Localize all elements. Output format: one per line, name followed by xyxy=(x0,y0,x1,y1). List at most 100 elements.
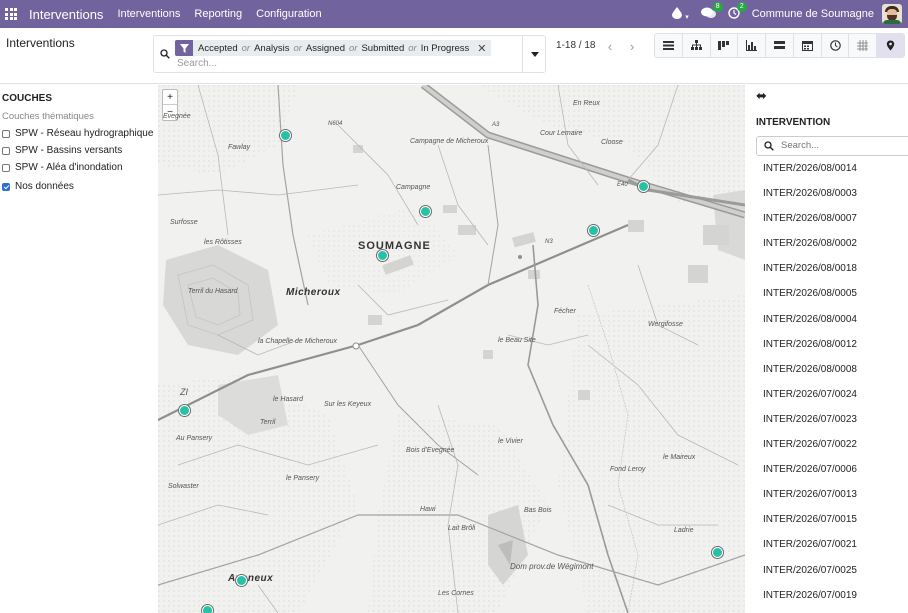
records-panel: ⬌ INTERVENTION INTER/2026/08/0014 INTER/… xyxy=(746,85,908,613)
expand-panel-arrows-icon[interactable]: ⬌ xyxy=(756,88,767,104)
record-item[interactable]: INTER/2026/08/0003 xyxy=(756,184,857,209)
search-options-toggle[interactable] xyxy=(522,35,546,73)
record-item[interactable]: INTER/2026/08/0005 xyxy=(756,284,857,309)
facet-value: Submitted xyxy=(361,42,405,54)
record-item[interactable]: INTER/2026/08/0007 xyxy=(756,209,857,234)
remove-facet-close-icon[interactable]: ✕ xyxy=(477,42,486,55)
map-label: Ladrie xyxy=(674,527,694,534)
record-item[interactable]: INTER/2026/08/0004 xyxy=(756,310,857,335)
record-item[interactable]: INTER/2026/08/0014 xyxy=(756,159,857,184)
record-item[interactable]: INTER/2026/07/0025 xyxy=(756,561,857,586)
record-item[interactable]: INTER/2026/07/0021 xyxy=(756,535,857,560)
app-brand[interactable]: Interventions xyxy=(29,7,103,22)
company-switcher[interactable]: Commune de Soumagne xyxy=(752,8,874,20)
user-avatar[interactable] xyxy=(882,4,902,24)
facet-value: Assigned xyxy=(305,42,345,54)
menu-interventions[interactable]: Interventions xyxy=(117,8,180,20)
record-item[interactable]: INTER/2026/07/0013 xyxy=(756,485,857,510)
layer-label: SPW - Réseau hydrographique xyxy=(15,128,154,139)
map-label: le Pansery xyxy=(286,475,320,482)
pager-previous-chevron-left-icon[interactable]: ‹ xyxy=(599,35,621,57)
map-label: Terril du Hasard xyxy=(188,288,238,295)
view-graph-icon[interactable] xyxy=(738,34,767,57)
records-search-input[interactable] xyxy=(781,140,901,151)
map-label: Au Pansery xyxy=(176,435,213,442)
layer-toggle-nos-donnees[interactable]: Nos données xyxy=(2,181,74,192)
road-label: N604 xyxy=(328,121,343,127)
layer-toggle-reseau-hydrographique[interactable]: SPW - Réseau hydrographique xyxy=(2,128,153,139)
search-icon xyxy=(764,141,774,151)
intervention-map-marker[interactable] xyxy=(420,206,431,217)
record-item[interactable]: INTER/2026/08/0018 xyxy=(756,259,857,284)
view-activity-clock-icon[interactable] xyxy=(821,34,850,57)
intervention-map-marker[interactable] xyxy=(202,605,213,613)
search-box[interactable]: Accepted or Analysis or Assigned or Subm… xyxy=(153,35,546,73)
menu-reporting[interactable]: Reporting xyxy=(194,8,242,20)
intervention-map-marker[interactable] xyxy=(588,225,599,236)
record-item[interactable]: INTER/2026/07/0006 xyxy=(756,460,857,485)
map-label: Hawi xyxy=(420,506,436,513)
intervention-map-marker[interactable] xyxy=(638,181,649,192)
view-pivot-icon[interactable] xyxy=(766,34,794,57)
map-label: les Rôtisses xyxy=(204,239,242,246)
layer-toggle-bassins-versants[interactable]: SPW - Bassins versants xyxy=(2,145,122,156)
map-label: Campagne de Micheroux xyxy=(410,138,489,145)
road-label: A3 xyxy=(492,122,500,128)
facet-value: Accepted xyxy=(198,42,238,54)
activities-clock-icon[interactable]: 2 xyxy=(728,1,747,22)
record-item[interactable]: INTER/2026/08/0008 xyxy=(756,360,857,385)
layer-label: SPW - Aléa d'inondation xyxy=(15,162,123,173)
map-label: Fawlay xyxy=(228,144,251,151)
records-search-box[interactable] xyxy=(756,136,908,156)
map-label: ZI xyxy=(180,387,188,397)
menu-configuration[interactable]: Configuration xyxy=(256,8,321,20)
apps-menu-icon[interactable] xyxy=(5,8,17,20)
filter-icon xyxy=(175,40,193,56)
pager-value[interactable]: 1-18 / 18 xyxy=(556,40,595,51)
layer-checkbox[interactable] xyxy=(2,146,10,155)
caret-down-icon xyxy=(530,51,539,57)
map-label: Dom prov.de Wégimont xyxy=(510,562,594,571)
zoom-in-button[interactable]: + xyxy=(163,90,177,105)
view-gantt-icon[interactable] xyxy=(849,34,878,57)
map-label: Surfosse xyxy=(170,219,198,226)
map-label: Cour Lemaire xyxy=(540,130,583,137)
messages-icon[interactable]: 8 xyxy=(700,1,723,22)
map-label: le Hasard xyxy=(273,396,303,403)
intervention-map-marker[interactable] xyxy=(179,405,190,416)
intervention-map-marker[interactable] xyxy=(236,575,247,586)
view-list-icon[interactable] xyxy=(655,34,683,57)
view-calendar-icon[interactable] xyxy=(793,34,822,57)
record-item[interactable]: INTER/2026/07/0022 xyxy=(756,435,857,460)
view-map-pin-icon[interactable] xyxy=(877,34,904,57)
records-title: INTERVENTION xyxy=(756,117,831,128)
intervention-map-marker[interactable] xyxy=(712,547,723,558)
search-input[interactable] xyxy=(177,58,477,69)
facet-separator: or xyxy=(408,42,417,54)
intervention-map-marker[interactable] xyxy=(280,130,291,141)
record-item[interactable]: INTER/2026/08/0012 xyxy=(756,335,857,360)
odoo-drop-icon[interactable]: ▾ xyxy=(671,6,689,22)
view-switcher xyxy=(654,33,905,58)
filter-facet[interactable]: Accepted or Analysis or Assigned or Subm… xyxy=(175,40,492,56)
layer-checkbox[interactable] xyxy=(2,129,10,138)
intervention-map-marker[interactable] xyxy=(377,250,388,261)
record-item[interactable]: INTER/2026/08/0002 xyxy=(756,234,857,259)
view-hierarchy-icon[interactable] xyxy=(682,34,711,57)
map-canvas[interactable]: + − Evegnée Fawlay Campagne de Micheroux… xyxy=(158,85,745,613)
record-item[interactable]: INTER/2026/07/0024 xyxy=(756,385,857,410)
facet-separator: or xyxy=(293,42,302,54)
records-list: INTER/2026/08/0014 INTER/2026/08/0003 IN… xyxy=(756,159,857,611)
control-panel: Interventions Accepted or Analysis or As… xyxy=(0,28,908,84)
layer-toggle-alea-inondation[interactable]: SPW - Aléa d'inondation xyxy=(2,162,123,173)
facet-separator: or xyxy=(349,42,358,54)
record-item[interactable]: INTER/2026/07/0023 xyxy=(756,410,857,435)
pager-next-chevron-right-icon[interactable]: › xyxy=(621,35,643,57)
layer-checkbox[interactable] xyxy=(2,163,10,172)
record-item[interactable]: INTER/2026/07/0019 xyxy=(756,586,857,611)
record-item[interactable]: INTER/2026/07/0015 xyxy=(756,510,857,535)
view-kanban-icon[interactable] xyxy=(710,34,739,57)
layer-checkbox-checked[interactable] xyxy=(2,182,10,191)
map-label: Bas Bois xyxy=(524,507,552,514)
map-label: Lait Brôli xyxy=(448,525,476,532)
